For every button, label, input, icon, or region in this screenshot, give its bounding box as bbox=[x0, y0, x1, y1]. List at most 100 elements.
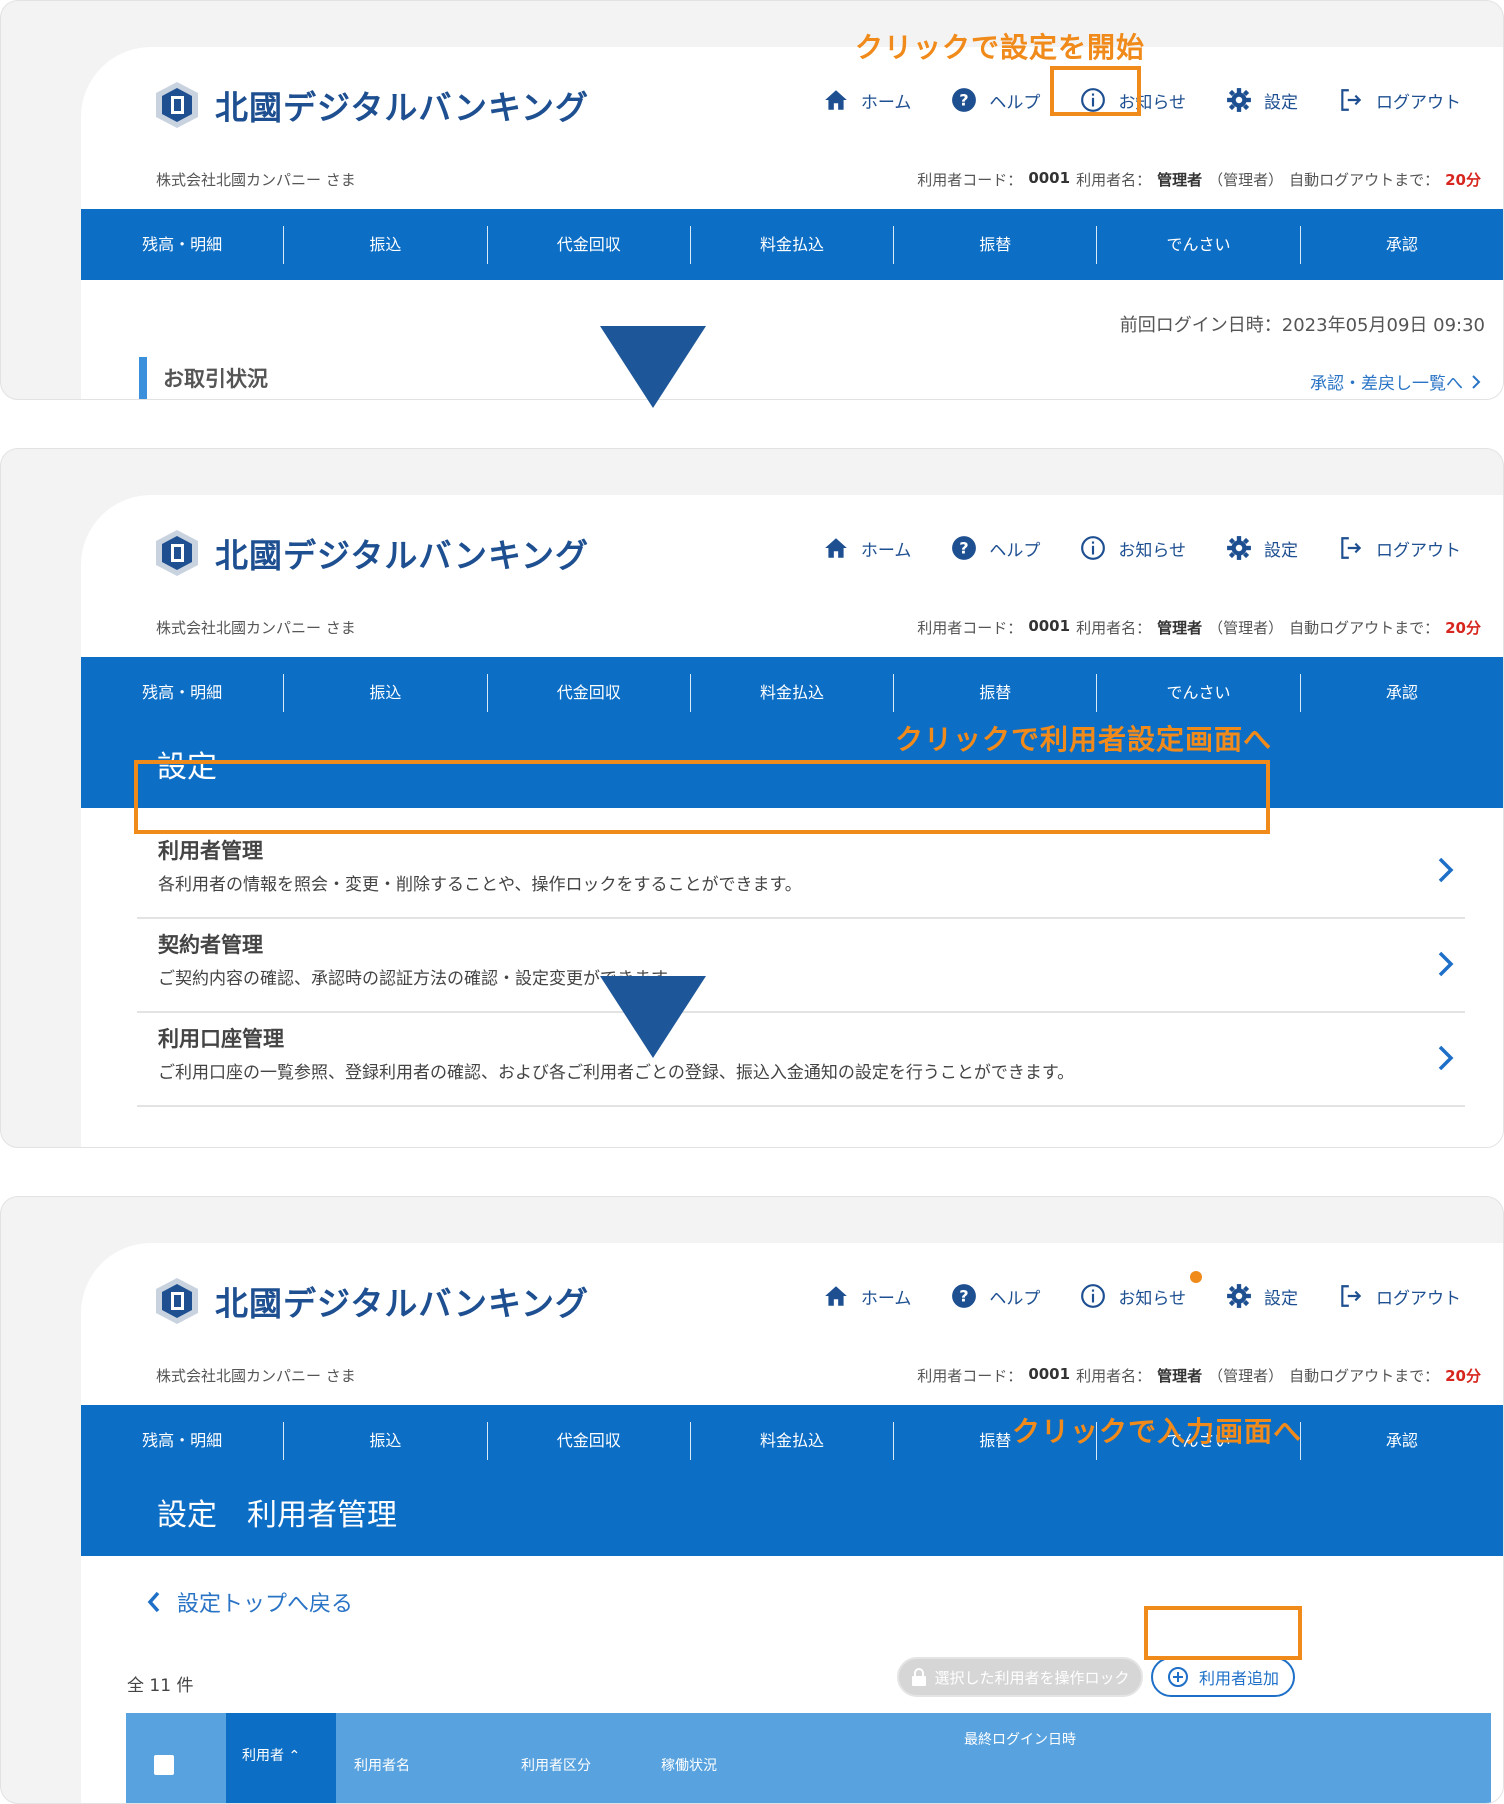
screen-user-management: 北國デジタルバンキング ホーム ? ヘルプ お知らせ 設定 ログアウト 株式会社… bbox=[81, 1243, 1503, 1803]
logout-icon bbox=[1341, 89, 1362, 111]
menu-approval[interactable]: 承認 bbox=[1301, 674, 1503, 712]
menu-densai[interactable]: でんさい bbox=[1097, 673, 1301, 712]
user-status: 利用者コード： 0001 利用者名： 管理者 （管理者） 自動ログアウトまで： 20分 bbox=[917, 169, 1481, 190]
nav-notice[interactable]: お知らせ bbox=[1080, 1271, 1202, 1309]
section-title: お取引状況 bbox=[139, 357, 268, 399]
user-name: 管理者 bbox=[1157, 1367, 1203, 1385]
add-user-button[interactable]: 利用者追加 bbox=[1151, 1657, 1295, 1697]
menu-payment[interactable]: 料金払込 bbox=[691, 225, 895, 264]
nav-settings[interactable]: 設定 bbox=[1226, 535, 1298, 561]
lock-selected-users-button[interactable]: 選択した利用者を操作ロック bbox=[897, 1657, 1143, 1697]
brand-logo[interactable]: 北國デジタルバンキング bbox=[151, 525, 589, 581]
nav-settings-label: 設定 bbox=[1264, 1288, 1298, 1309]
nav-help-label: ヘルプ bbox=[989, 92, 1041, 113]
nav-settings[interactable]: 設定 bbox=[1226, 87, 1298, 113]
menu-balance[interactable]: 残高・明細 bbox=[81, 225, 285, 264]
chevron-right-icon bbox=[1438, 951, 1454, 977]
brand-name: 北國デジタルバンキング bbox=[215, 88, 589, 127]
menu-transfer[interactable]: 振込 bbox=[284, 1421, 488, 1460]
col-status[interactable]: 稼働状況 bbox=[661, 1755, 717, 1775]
nav-notice-label: お知らせ bbox=[1118, 540, 1186, 561]
nav-home-label: ホーム bbox=[860, 540, 912, 561]
user-code-label: 利用者コード： bbox=[917, 1367, 1023, 1385]
menu-transfer[interactable]: 振込 bbox=[284, 225, 488, 264]
nav-logout-label: ログアウト bbox=[1376, 1288, 1461, 1309]
top-nav: ホーム ? ヘルプ お知らせ 設定 ログアウト bbox=[823, 87, 1461, 113]
settings-item-user-management[interactable]: 利用者管理 各利用者の情報を照会・変更・削除することや、操作ロックをすることがで… bbox=[137, 825, 1465, 919]
nav-logout-label: ログアウト bbox=[1376, 92, 1461, 113]
nav-logout[interactable]: ログアウト bbox=[1338, 535, 1461, 561]
col-user-name[interactable]: 利用者名 bbox=[354, 1755, 410, 1775]
settings-item-title: 利用口座管理 bbox=[158, 1027, 284, 1051]
company-name: 株式会社北國カンパニー さま bbox=[156, 619, 356, 637]
settings-item-account-management[interactable]: 利用口座管理 ご利用口座の一覧参照、登録利用者の確認、および各ご利用者ごとの登録… bbox=[137, 1013, 1465, 1107]
nav-logout[interactable]: ログアウト bbox=[1338, 1283, 1461, 1309]
callout-start-settings: クリックで設定を開始 bbox=[855, 31, 1146, 64]
user-status: 利用者コード： 0001 利用者名： 管理者 （管理者） 自動ログアウトまで： 20分 bbox=[917, 617, 1481, 638]
menu-account-transfer[interactable]: 振替 bbox=[894, 673, 1098, 712]
user-table-header: 利用者 ⌃ 利用者名 利用者区分 稼働状況 最終ログイン日時 bbox=[126, 1713, 1491, 1803]
nav-logout[interactable]: ログアウト bbox=[1338, 87, 1461, 113]
col-last-login[interactable]: 最終ログイン日時 bbox=[964, 1729, 1076, 1749]
svg-text:?: ? bbox=[960, 538, 969, 557]
col-user-type[interactable]: 利用者区分 bbox=[521, 1755, 591, 1775]
down-arrow-icon bbox=[600, 326, 706, 408]
main-menu: 残高・明細 振込 代金回収 料金払込 振替 でんさい 承認 bbox=[81, 209, 1503, 280]
nav-notice[interactable]: お知らせ bbox=[1080, 535, 1186, 561]
menu-collection[interactable]: 代金回収 bbox=[488, 673, 691, 712]
menu-payment[interactable]: 料金払込 bbox=[691, 1421, 895, 1460]
nav-home[interactable]: ホーム bbox=[823, 1283, 912, 1309]
nav-help[interactable]: ? ヘルプ bbox=[951, 535, 1040, 561]
top-nav: ホーム ? ヘルプ お知らせ 設定 ログアウト bbox=[823, 1271, 1461, 1309]
nav-help[interactable]: ? ヘルプ bbox=[951, 87, 1040, 113]
settings-item-contract-management[interactable]: 契約者管理 ご契約内容の確認、承認時の認証方法の確認・設定変更ができます。 bbox=[137, 919, 1465, 1013]
nav-settings[interactable]: 設定 bbox=[1226, 1283, 1298, 1309]
nav-settings-label: 設定 bbox=[1264, 540, 1298, 561]
section-title-label: お取引状況 bbox=[163, 367, 268, 391]
menu-payment[interactable]: 料金払込 bbox=[691, 673, 895, 712]
user-role: （管理者） bbox=[1208, 619, 1284, 637]
nav-help-label: ヘルプ bbox=[989, 1288, 1041, 1309]
menu-densai[interactable]: でんさい bbox=[1097, 225, 1301, 264]
nav-home[interactable]: ホーム bbox=[823, 535, 912, 561]
user-management-highlight-box bbox=[134, 760, 1270, 834]
result-count: 全 11 件 bbox=[127, 1676, 194, 1696]
menu-balance[interactable]: 残高・明細 bbox=[81, 673, 285, 712]
menu-balance[interactable]: 残高・明細 bbox=[81, 1421, 285, 1460]
settings-item-title: 利用者管理 bbox=[158, 839, 263, 863]
user-name-label: 利用者名： bbox=[1076, 1367, 1152, 1385]
gear-icon bbox=[1227, 1284, 1251, 1308]
user-code: 0001 bbox=[1028, 169, 1071, 187]
back-to-settings-link[interactable]: 設定トップへ戻る bbox=[145, 1586, 353, 1618]
brand-logo[interactable]: 北國デジタルバンキング bbox=[151, 77, 589, 133]
user-info-bar: 株式会社北國カンパニー さま 利用者コード： 0001 利用者名： 管理者 （管理者… bbox=[156, 1365, 1481, 1386]
company-name: 株式会社北國カンパニー さま bbox=[156, 1367, 356, 1385]
user-code-label: 利用者コード： bbox=[917, 171, 1023, 189]
menu-transfer[interactable]: 振込 bbox=[284, 673, 488, 712]
menu-collection[interactable]: 代金回収 bbox=[488, 1421, 691, 1460]
auto-logout-time: 20分 bbox=[1445, 619, 1481, 637]
user-code: 0001 bbox=[1028, 617, 1071, 635]
col-user-sort[interactable]: 利用者 ⌃ bbox=[226, 1713, 336, 1803]
user-status: 利用者コード： 0001 利用者名： 管理者 （管理者） 自動ログアウトまで： 20分 bbox=[917, 1365, 1481, 1386]
lock-button-label: 選択した利用者を操作ロック bbox=[934, 1668, 1130, 1687]
select-all-checkbox[interactable] bbox=[154, 1755, 174, 1775]
nav-help-label: ヘルプ bbox=[989, 540, 1041, 561]
menu-account-transfer[interactable]: 振替 bbox=[894, 225, 1098, 264]
brand-logo[interactable]: 北國デジタルバンキング bbox=[151, 1273, 589, 1329]
home-icon bbox=[824, 1286, 847, 1306]
brand-logo-icon bbox=[156, 530, 198, 576]
user-role: （管理者） bbox=[1208, 1367, 1284, 1385]
svg-text:?: ? bbox=[960, 90, 969, 109]
nav-help[interactable]: ? ヘルプ bbox=[951, 1283, 1040, 1309]
menu-collection[interactable]: 代金回収 bbox=[488, 225, 691, 264]
user-role: （管理者） bbox=[1208, 171, 1284, 189]
nav-home[interactable]: ホーム bbox=[823, 87, 911, 113]
auto-logout-time: 20分 bbox=[1445, 1367, 1481, 1385]
menu-approval[interactable]: 承認 bbox=[1301, 226, 1503, 264]
auto-logout-label: 自動ログアウトまで： bbox=[1289, 1367, 1440, 1385]
brand-logo-icon bbox=[156, 82, 198, 128]
nav-home-label: ホーム bbox=[860, 1288, 912, 1309]
approval-list-link[interactable]: 承認・差戻し一覧へ bbox=[1310, 369, 1483, 394]
menu-approval[interactable]: 承認 bbox=[1301, 1422, 1503, 1460]
